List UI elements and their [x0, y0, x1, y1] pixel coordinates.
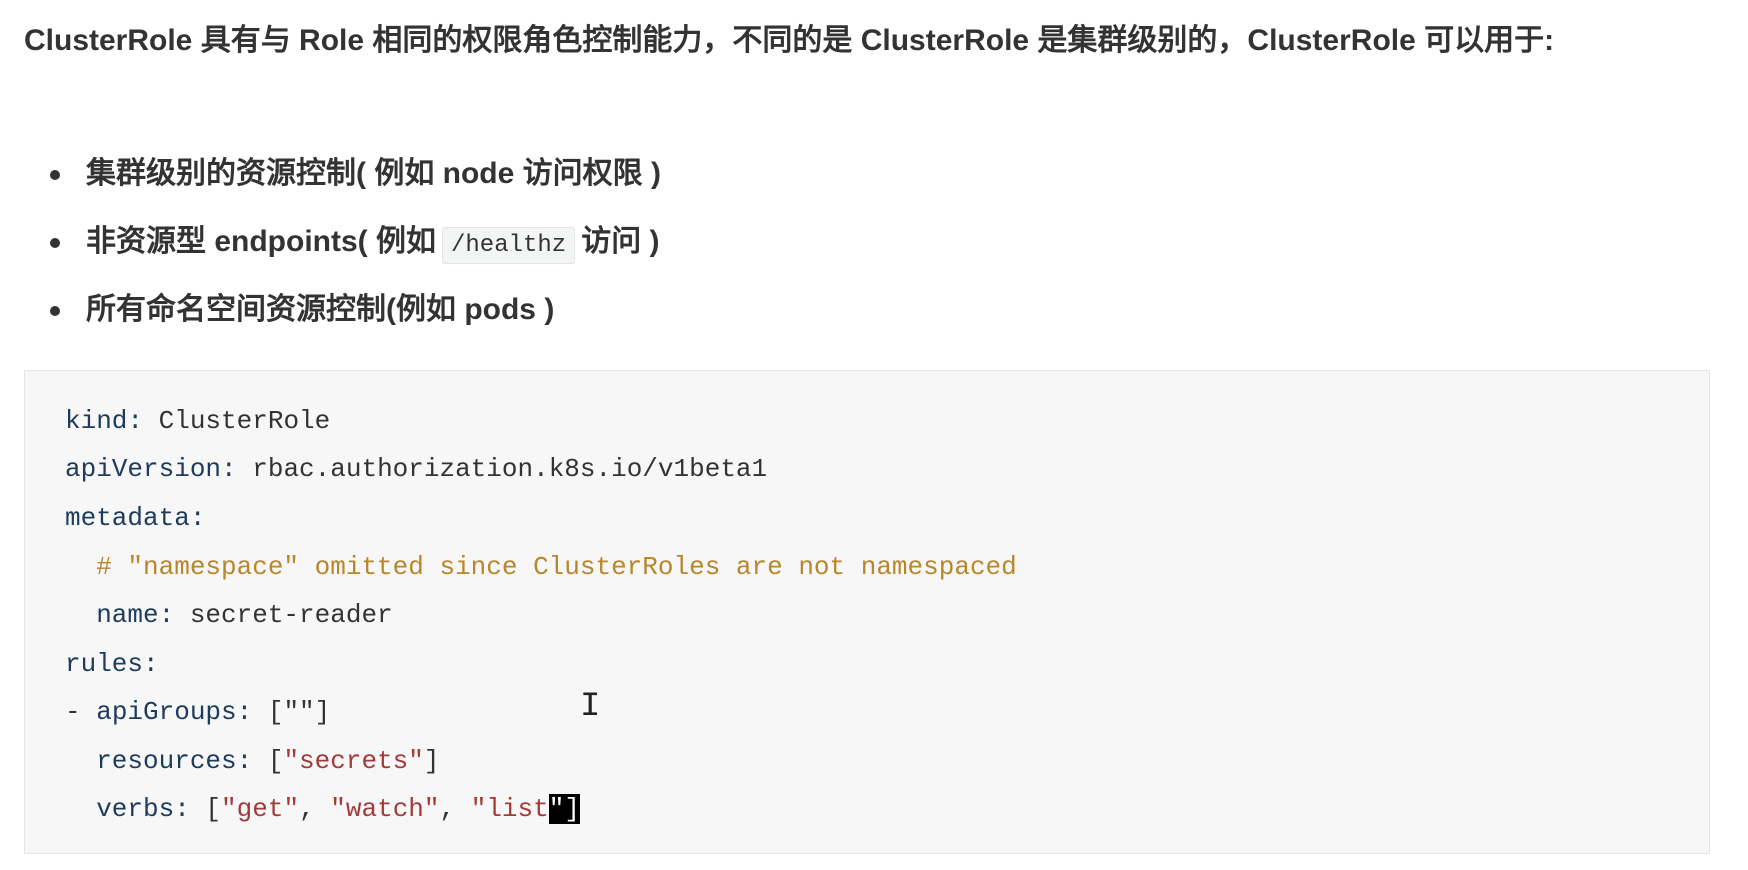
code-value: secret-reader — [174, 600, 393, 630]
list-item-text: 所有命名空间资源控制(例如 pods ) — [86, 293, 555, 326]
bullet-icon — [50, 170, 60, 180]
bullet-icon — [50, 238, 60, 248]
code-punct: , — [439, 794, 471, 824]
code-punct: [ — [252, 746, 284, 776]
code-key: resources: — [65, 746, 253, 776]
code-dash: - — [65, 697, 97, 727]
code-line: - apiGroups: [""] — [65, 692, 330, 732]
code-value: ClusterRole — [143, 406, 331, 436]
code-string: "get" — [221, 794, 300, 824]
text-selection: ] — [564, 794, 580, 824]
list-item-text: 非资源型 endpoints( 例如 — [86, 225, 436, 258]
text-cursor-icon: I — [580, 688, 601, 726]
code-line: metadata: — [65, 498, 205, 538]
code-key: kind: — [65, 406, 144, 436]
code-key: rules: — [65, 649, 159, 679]
code-block[interactable]: kind: ClusterRole apiVersion: rbac.autho… — [24, 370, 1710, 854]
code-value: [""] — [252, 697, 331, 727]
intro-paragraph: ClusterRole 具有与 Role 相同的权限角色控制能力，不同的是 Cl… — [24, 24, 1555, 57]
code-punct: , — [299, 794, 331, 824]
list-item-text: 访问 ) — [581, 225, 660, 258]
code-comment: # "namespace" omitted since ClusterRoles… — [65, 552, 1017, 582]
feature-list: 集群级别的资源控制( 例如 node 访问权限 ) 非资源型 endpoints… — [24, 146, 661, 350]
code-line: verbs: ["get", "watch", "list"] — [65, 789, 580, 829]
code-line: kind: ClusterRole — [65, 401, 330, 441]
code-punct: [ — [189, 794, 222, 824]
code-string: "list — [470, 794, 549, 824]
text-selection: " — [548, 794, 565, 824]
list-item-text: 集群级别的资源控制( 例如 node 访问权限 ) — [86, 157, 661, 190]
code-key: apiGroups: — [96, 697, 253, 727]
code-line: resources: ["secrets"] — [65, 741, 440, 781]
code-key: apiVersion: — [65, 454, 237, 484]
code-line: name: secret-reader — [65, 595, 393, 635]
inline-code: /healthz — [441, 227, 576, 264]
code-key: verbs: — [65, 794, 190, 824]
bullet-icon — [50, 306, 60, 316]
code-key: metadata: — [65, 503, 206, 533]
code-string: "watch" — [330, 794, 440, 824]
list-item: 非资源型 endpoints( 例如/healthz 访问 ) — [24, 214, 661, 282]
list-item: 所有命名空间资源控制(例如 pods ) — [24, 282, 661, 350]
list-item: 集群级别的资源控制( 例如 node 访问权限 ) — [24, 146, 661, 214]
code-punct: ] — [423, 746, 440, 776]
code-value: rbac.authorization.k8s.io/v1beta1 — [236, 454, 768, 484]
code-line: rules: — [65, 644, 159, 684]
code-line: apiVersion: rbac.authorization.k8s.io/v1… — [65, 449, 767, 489]
code-key: name: — [65, 600, 175, 630]
code-string: "secrets" — [283, 746, 424, 776]
